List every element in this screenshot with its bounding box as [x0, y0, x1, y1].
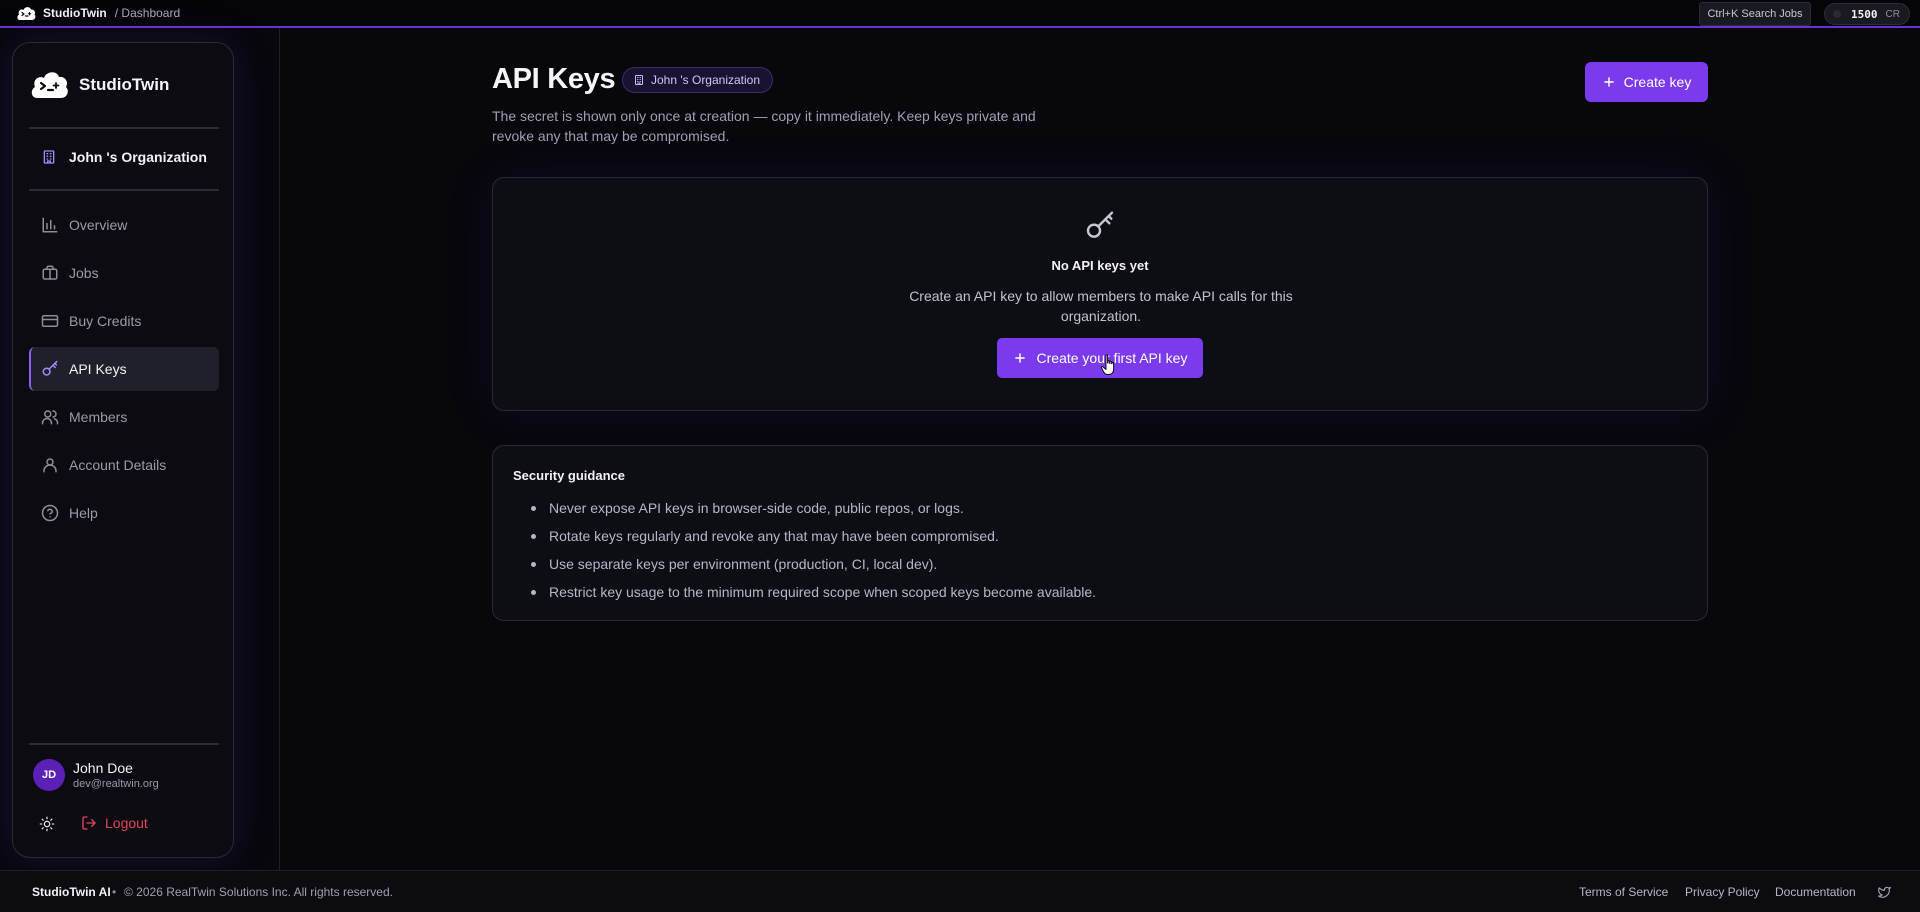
- bar-chart-icon: [41, 216, 59, 234]
- topbar-brand[interactable]: StudioTwin: [16, 5, 107, 22]
- sidebar-item-jobs[interactable]: Jobs: [29, 251, 219, 295]
- plus-icon: [1602, 75, 1616, 89]
- topbar-brand-name: StudioTwin: [43, 6, 107, 20]
- sidebar-item-label: API Keys: [69, 361, 127, 377]
- documentation-link[interactable]: Documentation: [1775, 885, 1856, 899]
- terms-of-service-link[interactable]: Terms of Service: [1579, 885, 1668, 899]
- create-key-button[interactable]: Create key: [1585, 62, 1708, 102]
- users-icon: [41, 408, 59, 426]
- credits-amount: 1500: [1851, 7, 1878, 21]
- footer-separator: •: [112, 884, 117, 899]
- page-title: API Keys: [492, 63, 616, 95]
- list-item: Use separate keys per environment (produ…: [531, 554, 1096, 582]
- sidebar-item-members[interactable]: Members: [29, 395, 219, 439]
- empty-state-card: No API keys yet Create an API key to all…: [492, 177, 1708, 411]
- user-email: dev@realtwin.org: [73, 778, 159, 790]
- user-icon: [41, 456, 59, 474]
- footer-brand: StudioTwin AI: [32, 884, 111, 899]
- logout-label: Logout: [105, 815, 148, 831]
- sidebar-item-label: Overview: [69, 217, 128, 233]
- breadcrumb[interactable]: / Dashboard: [115, 6, 180, 20]
- sidebar-item-overview[interactable]: Overview: [29, 203, 219, 247]
- sidebar-divider: [29, 127, 219, 129]
- sidebar-item-label: Members: [69, 409, 128, 425]
- organization-badge-label: John 's Organization: [651, 73, 761, 87]
- plus-icon: [1013, 351, 1027, 365]
- sidebar-item-account-details[interactable]: Account Details: [29, 443, 219, 487]
- list-item: Rotate keys regularly and revoke any tha…: [531, 526, 1096, 554]
- credits-badge[interactable]: 1500 CR: [1824, 3, 1910, 25]
- studiotwin-logo-icon: [16, 5, 36, 22]
- content-divider: [279, 28, 280, 870]
- key-icon: [41, 360, 59, 378]
- top-bar: StudioTwin / Dashboard Ctrl+K Search Job…: [0, 0, 1920, 28]
- footer: StudioTwin AI • © 2026 RealTwin Solution…: [0, 870, 1920, 912]
- security-guidance-card: Security guidance Never expose API keys …: [492, 445, 1708, 621]
- key-icon: [1084, 210, 1116, 242]
- organization-name: John 's Organization: [69, 149, 207, 165]
- avatar: JD: [33, 759, 65, 791]
- building-icon: [633, 74, 645, 86]
- list-item: Restrict key usage to the minimum requir…: [531, 582, 1096, 610]
- theme-toggle-sun-icon[interactable]: [39, 816, 55, 832]
- twitter-icon[interactable]: [1877, 885, 1892, 899]
- create-first-api-key-button[interactable]: Create your first API key: [997, 338, 1203, 378]
- sidebar-divider: [29, 743, 219, 745]
- sidebar-logo[interactable]: StudioTwin: [29, 67, 169, 103]
- sidebar-item-label: Help: [69, 505, 98, 521]
- briefcase-icon: [41, 264, 59, 282]
- sidebar-item-api-keys[interactable]: API Keys: [29, 347, 219, 391]
- credits-coin-icon: [1833, 10, 1841, 18]
- sidebar-item-label: Account Details: [69, 457, 167, 473]
- security-guidance-title: Security guidance: [513, 468, 625, 483]
- sidebar-divider: [29, 189, 219, 191]
- help-circle-icon: [41, 504, 59, 522]
- page-subtitle: The secret is shown only once at creatio…: [492, 108, 1036, 144]
- studiotwin-logo-icon: [29, 67, 69, 103]
- security-guidance-list: Never expose API keys in browser-side co…: [531, 498, 1096, 610]
- list-item: Never expose API keys in browser-side co…: [531, 498, 1096, 526]
- organization-selector[interactable]: John 's Organization: [41, 149, 207, 165]
- building-icon: [41, 149, 57, 165]
- user-name: John Doe: [73, 760, 133, 776]
- search-jobs-button[interactable]: Ctrl+K Search Jobs: [1699, 2, 1811, 26]
- sidebar-item-help[interactable]: Help: [29, 491, 219, 535]
- footer-copyright: © 2026 RealTwin Solutions Inc. All right…: [124, 884, 393, 899]
- sidebar-item-buy-credits[interactable]: Buy Credits: [29, 299, 219, 343]
- empty-state-title: No API keys yet: [1051, 258, 1149, 273]
- sidebar-logo-name: StudioTwin: [79, 75, 170, 94]
- privacy-policy-link[interactable]: Privacy Policy: [1685, 885, 1760, 899]
- sidebar-item-label: Buy Credits: [69, 313, 142, 329]
- sidebar-item-label: Jobs: [69, 265, 99, 281]
- hand-cursor-icon: [1101, 354, 1117, 376]
- logout-button[interactable]: Logout: [81, 815, 148, 831]
- empty-state-description: Create an API key to allow members to ma…: [909, 288, 1293, 324]
- user-profile[interactable]: JD John Doe dev@realtwin.org: [33, 759, 159, 791]
- credits-unit: CR: [1885, 8, 1900, 20]
- organization-badge: John 's Organization: [622, 67, 774, 93]
- logout-icon: [81, 815, 97, 831]
- sidebar: StudioTwin John 's Organization Overview…: [12, 42, 234, 858]
- create-key-label: Create key: [1623, 74, 1692, 90]
- credit-card-icon: [41, 312, 59, 330]
